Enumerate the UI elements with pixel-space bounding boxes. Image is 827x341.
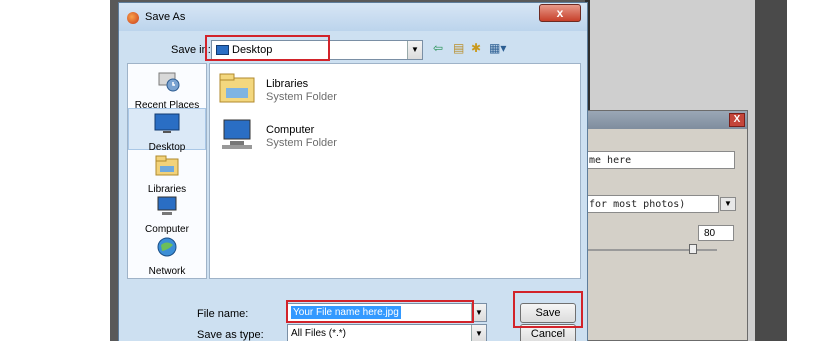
desktop-icon <box>154 113 180 133</box>
new-folder-icon[interactable]: ✱ <box>471 41 481 55</box>
quality-slider-handle[interactable] <box>689 244 697 254</box>
network-icon <box>157 237 177 257</box>
places-bar: Recent Places Desktop Libraries Computer <box>127 63 207 279</box>
file-list: Libraries System Folder Computer System … <box>209 63 581 279</box>
place-network[interactable]: Network <box>128 236 206 277</box>
place-recent-places[interactable]: Recent Places <box>128 70 206 111</box>
file-type: System Folder <box>266 137 337 149</box>
highlight-save-button <box>513 291 583 328</box>
up-folder-icon[interactable]: ▤ <box>453 41 464 55</box>
export-dialog-close-button[interactable]: X <box>729 113 745 127</box>
export-filename-field[interactable]: me here <box>585 151 735 169</box>
place-label: Desktop <box>148 142 186 153</box>
recent-places-icon <box>158 72 180 92</box>
quality-value-field[interactable]: 80 <box>698 225 734 241</box>
views-menu-icon[interactable]: ▦▾ <box>489 41 506 55</box>
firefox-icon <box>127 12 139 24</box>
place-label: Computer <box>145 224 189 235</box>
export-settings-dialog: X me here for most photos) ▼ 80 <box>580 110 748 341</box>
file-name: Computer <box>266 124 315 136</box>
preset-dropdown-arrow[interactable]: ▼ <box>720 197 736 211</box>
quality-slider-track[interactable] <box>585 249 717 251</box>
save-as-type-label: Save as type: <box>197 329 264 341</box>
save-as-type-value: All Files (*.*) <box>291 328 347 339</box>
place-computer[interactable]: Computer <box>128 194 206 235</box>
background-right <box>787 0 827 341</box>
highlight-file-name <box>286 300 474 323</box>
chevron-down-icon[interactable]: ▼ <box>407 41 422 59</box>
place-label: Network <box>148 266 186 277</box>
background-left <box>0 0 110 341</box>
computer-icon <box>222 119 252 149</box>
file-name-label: File name: <box>197 308 249 320</box>
dialog-title: Save As <box>145 11 186 23</box>
place-desktop[interactable]: Desktop <box>128 108 206 153</box>
dialog-titlebar: Save As x <box>119 3 587 31</box>
dialog-close-button[interactable]: x <box>539 4 581 22</box>
computer-icon <box>157 196 177 215</box>
list-item[interactable]: Computer System Folder <box>218 116 418 158</box>
list-item[interactable]: Libraries System Folder <box>218 70 418 112</box>
chevron-down-icon[interactable]: ▼ <box>471 325 486 341</box>
export-quality-preset-select[interactable]: for most photos) <box>585 195 719 213</box>
file-name: Libraries <box>266 78 309 90</box>
libraries-icon <box>155 155 179 176</box>
export-dialog-titlebar <box>581 111 747 129</box>
libraries-folder-icon <box>219 73 255 103</box>
place-libraries[interactable]: Libraries <box>128 154 206 195</box>
save-as-type-select[interactable]: All Files (*.*) ▼ <box>287 324 487 341</box>
app-right-panel <box>755 0 787 341</box>
back-icon[interactable]: ⇦ <box>433 41 443 55</box>
file-type: System Folder <box>266 91 337 103</box>
save-as-dialog: Save As x Save in: Desktop ▼ ⇦ ▤ ✱ ▦▾ Re… <box>118 2 588 341</box>
highlight-save-in <box>205 35 330 61</box>
